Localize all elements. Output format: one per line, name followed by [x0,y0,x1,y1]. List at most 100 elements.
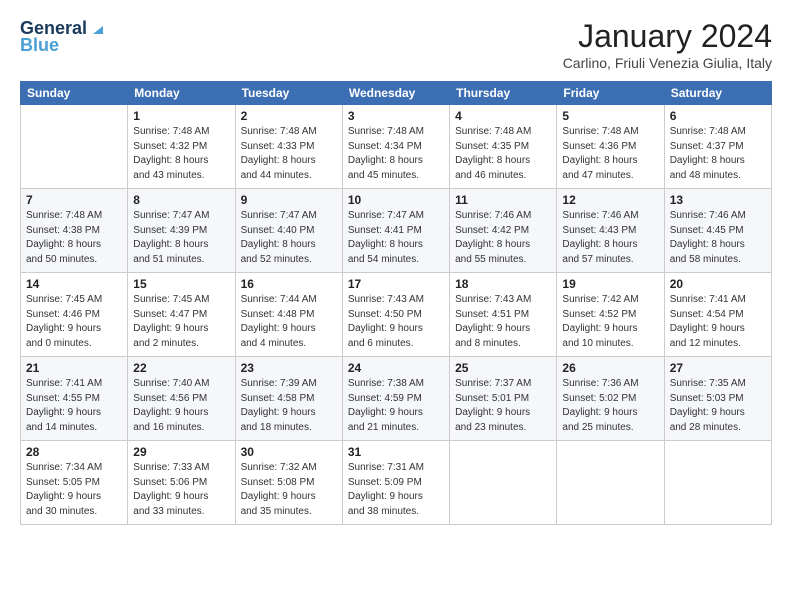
day-info: Sunrise: 7:48 AMSunset: 4:38 PMDaylight:… [26,209,122,267]
day-info: Sunrise: 7:41 AMSunset: 4:55 PMDaylight:… [26,377,122,435]
table-cell: 29Sunrise: 7:33 AMSunset: 5:06 PMDayligh… [128,441,235,525]
day-number: 20 [670,277,766,291]
table-cell: 11 Sunrise: 7:46 AMSunset: 4:42 PMDayligh… [450,189,557,273]
day-info: Sunrise: 7:32 AMSunset: 5:08 PMDaylight:… [241,461,337,519]
day-info: Sunrise: 7:48 AMSunset: 4:35 PMDaylight:… [455,125,551,183]
table-cell: 4 Sunrise: 7:48 AMSunset: 4:35 PMDaylight… [450,105,557,189]
month-title: January 2024 [563,18,772,55]
day-number: 10 [348,193,444,207]
table-cell: 20Sunrise: 7:41 AMSunset: 4:54 PMDayligh… [664,273,771,357]
logo-text-blue: Blue [20,35,59,56]
day-info: Sunrise: 7:44 AMSunset: 4:48 PMDaylight:… [241,293,337,351]
table-cell [21,105,128,189]
table-cell [450,441,557,525]
page-header: General Blue January 2024 Carlino, Friul… [20,18,772,71]
table-cell: 12 Sunrise: 7:46 AMSunset: 4:43 PMDayligh… [557,189,664,273]
day-number: 5 [562,109,658,123]
day-info: Sunrise: 7:47 AMSunset: 4:39 PMDaylight:… [133,209,229,267]
table-cell: 3Sunrise: 7:48 AMSunset: 4:34 PMDaylight… [342,105,449,189]
header-monday: Monday [128,82,235,105]
day-number: 27 [670,361,766,375]
day-info: Sunrise: 7:47 AMSunset: 4:40 PMDaylight:… [241,209,337,267]
table-cell: 1 Sunrise: 7:48 AMSunset: 4:32 PMDaylight… [128,105,235,189]
table-cell: 5 Sunrise: 7:48 AMSunset: 4:36 PMDaylight… [557,105,664,189]
header-friday: Friday [557,82,664,105]
day-number: 30 [241,445,337,459]
day-number: 12 [562,193,658,207]
weekday-header-row: Sunday Monday Tuesday Wednesday Thursday… [21,82,772,105]
header-wednesday: Wednesday [342,82,449,105]
day-info: Sunrise: 7:39 AMSunset: 4:58 PMDaylight:… [241,377,337,435]
table-cell: 2 Sunrise: 7:48 AMSunset: 4:33 PMDaylight… [235,105,342,189]
header-thursday: Thursday [450,82,557,105]
day-info: Sunrise: 7:35 AMSunset: 5:03 PMDaylight:… [670,377,766,435]
day-info: Sunrise: 7:43 AMSunset: 4:50 PMDaylight:… [348,293,444,351]
week-row-1: 1 Sunrise: 7:48 AMSunset: 4:32 PMDaylight… [21,105,772,189]
table-cell: 14Sunrise: 7:45 AMSunset: 4:46 PMDayligh… [21,273,128,357]
day-info: Sunrise: 7:31 AMSunset: 5:09 PMDaylight:… [348,461,444,519]
day-info: Sunrise: 7:48 AMSunset: 4:34 PMDaylight:… [348,125,444,183]
day-info: Sunrise: 7:48 AMSunset: 4:33 PMDaylight:… [241,125,337,183]
day-number: 31 [348,445,444,459]
day-number: 7 [26,193,122,207]
day-info: Sunrise: 7:48 AMSunset: 4:36 PMDaylight:… [562,125,658,183]
day-number: 8 [133,193,229,207]
table-cell [664,441,771,525]
logo-icon [89,20,105,36]
table-cell: 26Sunrise: 7:36 AMSunset: 5:02 PMDayligh… [557,357,664,441]
title-block: January 2024 Carlino, Friuli Venezia Giu… [563,18,772,71]
day-number: 16 [241,277,337,291]
day-number: 22 [133,361,229,375]
day-number: 21 [26,361,122,375]
table-cell: 21 Sunrise: 7:41 AMSunset: 4:55 PMDayligh… [21,357,128,441]
table-cell: 22 Sunrise: 7:40 AMSunset: 4:56 PMDayligh… [128,357,235,441]
day-info: Sunrise: 7:33 AMSunset: 5:06 PMDaylight:… [133,461,229,519]
table-cell: 15Sunrise: 7:45 AMSunset: 4:47 PMDayligh… [128,273,235,357]
table-cell: 31 Sunrise: 7:31 AMSunset: 5:09 PMDayligh… [342,441,449,525]
table-cell: 6Sunrise: 7:48 AMSunset: 4:37 PMDaylight… [664,105,771,189]
day-number: 24 [348,361,444,375]
day-number: 1 [133,109,229,123]
table-cell: 13Sunrise: 7:46 AMSunset: 4:45 PMDayligh… [664,189,771,273]
table-cell: 23Sunrise: 7:39 AMSunset: 4:58 PMDayligh… [235,357,342,441]
day-number: 11 [455,193,551,207]
day-number: 18 [455,277,551,291]
logo: General Blue [20,18,105,56]
day-number: 26 [562,361,658,375]
header-tuesday: Tuesday [235,82,342,105]
day-number: 25 [455,361,551,375]
table-cell: 17 Sunrise: 7:43 AMSunset: 4:50 PMDayligh… [342,273,449,357]
header-saturday: Saturday [664,82,771,105]
day-number: 13 [670,193,766,207]
day-info: Sunrise: 7:40 AMSunset: 4:56 PMDaylight:… [133,377,229,435]
day-info: Sunrise: 7:37 AMSunset: 5:01 PMDaylight:… [455,377,551,435]
day-info: Sunrise: 7:48 AMSunset: 4:32 PMDaylight:… [133,125,229,183]
day-info: Sunrise: 7:43 AMSunset: 4:51 PMDaylight:… [455,293,551,351]
day-info: Sunrise: 7:47 AMSunset: 4:41 PMDaylight:… [348,209,444,267]
day-info: Sunrise: 7:46 AMSunset: 4:42 PMDaylight:… [455,209,551,267]
day-number: 2 [241,109,337,123]
week-row-5: 28Sunrise: 7:34 AMSunset: 5:05 PMDayligh… [21,441,772,525]
calendar-table: Sunday Monday Tuesday Wednesday Thursday… [20,81,772,525]
day-number: 19 [562,277,658,291]
day-info: Sunrise: 7:46 AMSunset: 4:43 PMDaylight:… [562,209,658,267]
day-number: 17 [348,277,444,291]
table-cell: 8 Sunrise: 7:47 AMSunset: 4:39 PMDaylight… [128,189,235,273]
table-cell: 27 Sunrise: 7:35 AMSunset: 5:03 PMDayligh… [664,357,771,441]
table-cell: 25 Sunrise: 7:37 AMSunset: 5:01 PMDayligh… [450,357,557,441]
week-row-2: 7 Sunrise: 7:48 AMSunset: 4:38 PMDaylight… [21,189,772,273]
day-info: Sunrise: 7:42 AMSunset: 4:52 PMDaylight:… [562,293,658,351]
day-number: 4 [455,109,551,123]
table-cell: 7 Sunrise: 7:48 AMSunset: 4:38 PMDaylight… [21,189,128,273]
table-cell: 9Sunrise: 7:47 AMSunset: 4:40 PMDaylight… [235,189,342,273]
header-sunday: Sunday [21,82,128,105]
week-row-3: 14Sunrise: 7:45 AMSunset: 4:46 PMDayligh… [21,273,772,357]
table-cell: 30 Sunrise: 7:32 AMSunset: 5:08 PMDayligh… [235,441,342,525]
day-number: 14 [26,277,122,291]
day-number: 6 [670,109,766,123]
week-row-4: 21 Sunrise: 7:41 AMSunset: 4:55 PMDayligh… [21,357,772,441]
table-cell: 18 Sunrise: 7:43 AMSunset: 4:51 PMDayligh… [450,273,557,357]
table-cell: 10 Sunrise: 7:47 AMSunset: 4:41 PMDayligh… [342,189,449,273]
table-cell: 16 Sunrise: 7:44 AMSunset: 4:48 PMDayligh… [235,273,342,357]
table-cell [557,441,664,525]
